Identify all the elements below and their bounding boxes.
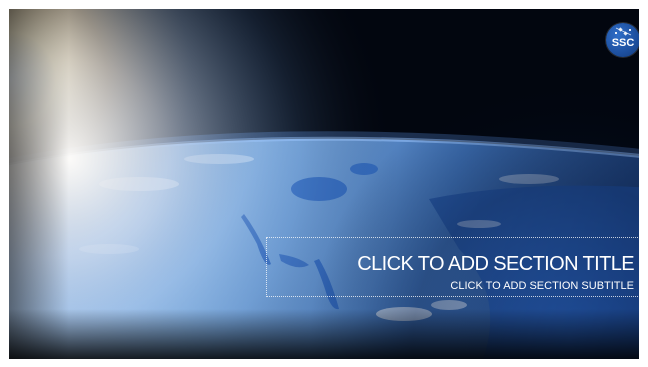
ssc-logo: SSC [606, 23, 639, 57]
section-slide[interactable]: SSC CLICK TO ADD SECTION TITLE CLICK TO … [9, 9, 639, 359]
logo-text: SSC [611, 37, 635, 49]
earth-from-space-image [9, 9, 639, 359]
section-title-placeholder[interactable]: CLICK TO ADD SECTION TITLE [357, 253, 634, 276]
presentation-canvas: SSC CLICK TO ADD SECTION TITLE CLICK TO … [0, 0, 648, 367]
section-subtitle-placeholder[interactable]: CLICK TO ADD SECTION SUBTITLE [450, 280, 634, 292]
